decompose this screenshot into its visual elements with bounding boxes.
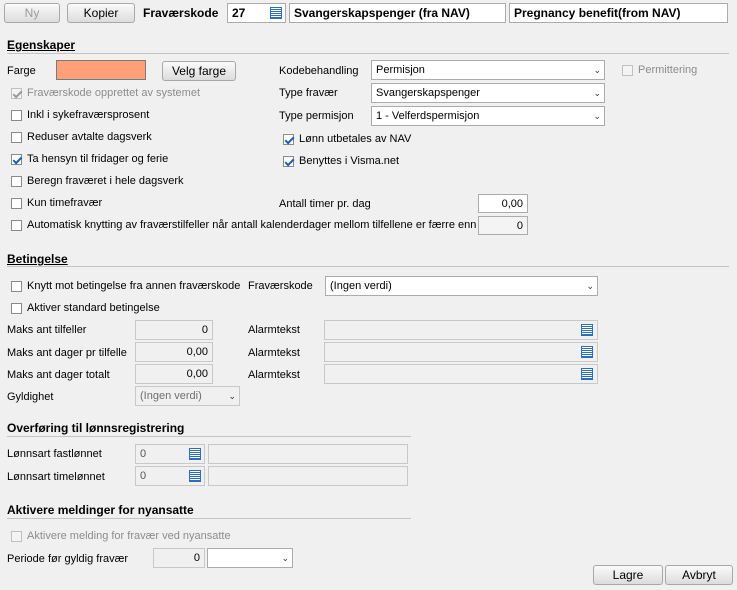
antall-timer-input[interactable]: 0,00 — [478, 194, 528, 213]
alarmtekst-input[interactable] — [324, 320, 598, 340]
gyldighet-value: (Ingen verdi) — [140, 390, 202, 402]
list-lookup-icon[interactable] — [581, 324, 593, 336]
permittering-checkbox[interactable] — [622, 65, 633, 76]
lonn-nav-label: Lønn utbetales av NAV — [299, 133, 412, 145]
ta-hensyn-fridager-label: Ta hensyn til fridager og ferie — [27, 153, 169, 165]
maks-dager-totalt-input[interactable]: 0,00 — [135, 364, 213, 384]
type-permisjon-value: 1 - Velferdspermisjon — [376, 110, 480, 122]
knytt-checkbox[interactable] — [11, 281, 22, 292]
divider — [7, 266, 729, 267]
type-permisjon-label: Type permisjon — [279, 110, 354, 122]
beregn-hele-dagsverk-checkbox[interactable] — [11, 176, 22, 187]
kodebehandling-value: Permisjon — [376, 64, 425, 76]
type-fravaer-select[interactable]: Svangerskapspenger ⌄ — [371, 83, 605, 103]
chevron-down-icon: ⌄ — [593, 88, 601, 98]
lonnsart-fast-label: Lønnsart fastlønnet — [7, 448, 102, 460]
permittering-label: Permittering — [638, 64, 698, 76]
farge-label: Farge — [7, 65, 36, 77]
ta-hensyn-fridager-checkbox[interactable] — [11, 154, 22, 165]
type-fravaer-label: Type fravær — [279, 87, 338, 99]
alarmtekst-label: Alarmtekst — [248, 347, 300, 359]
beregn-hele-dagsverk-label: Beregn fraværet i hele dagsverk — [27, 175, 184, 187]
kun-timefravaer-checkbox[interactable] — [11, 198, 22, 209]
gyldighet-label: Gyldighet — [7, 391, 54, 403]
fravaerskode-value: (Ingen verdi) — [330, 280, 392, 292]
select-color-button[interactable]: Velg farge — [162, 61, 236, 81]
list-lookup-icon[interactable] — [581, 368, 593, 380]
reduser-dagsverk-checkbox[interactable] — [11, 132, 22, 143]
created-by-system-checkbox[interactable] — [11, 88, 22, 99]
kodebehandling-label: Kodebehandling — [279, 65, 359, 77]
periode-unit-select[interactable]: ⌄ — [207, 548, 293, 568]
name-input[interactable]: Svangerskapspenger (fra NAV) — [289, 3, 506, 23]
new-button[interactable]: Ny — [4, 3, 60, 23]
chevron-down-icon: ⌄ — [586, 281, 594, 291]
maks-dager-totalt-label: Maks ant dager totalt — [7, 369, 110, 381]
aktiver-label: Aktiver standard betingelse — [27, 302, 160, 314]
inkl-sykefravaer-label: Inkl i sykefraværsprosent — [27, 109, 150, 121]
knytt-label: Knytt mot betingelse fra annen fraværsko… — [27, 280, 241, 292]
save-button[interactable]: Lagre — [593, 565, 663, 585]
lonnsart-fast-name — [208, 444, 408, 464]
section-title-betingelse: Betingelse — [7, 252, 68, 266]
alarmtekst-input[interactable] — [324, 342, 598, 362]
list-lookup-icon[interactable] — [581, 346, 593, 358]
gyldighet-select[interactable]: (Ingen verdi) ⌄ — [135, 386, 240, 406]
divider — [7, 436, 411, 437]
visma-label: Benyttes i Visma.net — [299, 155, 400, 167]
antall-timer-label: Antall timer pr. dag — [279, 198, 371, 210]
section-title-egenskaper: Egenskaper — [7, 38, 76, 52]
list-lookup-icon[interactable] — [189, 448, 201, 460]
chevron-down-icon: ⌄ — [593, 65, 601, 75]
automatisk-knytting-label: Automatisk knytting av fraværstilfeller … — [27, 219, 477, 231]
type-permisjon-select[interactable]: 1 - Velferdspermisjon ⌄ — [371, 106, 605, 126]
copy-button[interactable]: Kopier — [67, 3, 135, 23]
maks-tilfeller-input[interactable]: 0 — [135, 320, 213, 340]
lonn-nav-checkbox[interactable] — [283, 134, 294, 145]
type-fravaer-value: Svangerskapspenger — [376, 87, 480, 99]
code-label: Fraværskode — [143, 6, 219, 20]
cancel-button[interactable]: Avbryt — [665, 565, 733, 585]
color-swatch[interactable] — [56, 60, 146, 80]
automatisk-knytting-checkbox[interactable] — [11, 220, 22, 231]
alarmtekst-label: Alarmtekst — [248, 324, 300, 336]
aktiver-checkbox[interactable] — [11, 303, 22, 314]
visma-checkbox[interactable] — [283, 156, 294, 167]
fravaerskode-label: Fraværskode — [248, 280, 313, 292]
auto-days-input[interactable]: 0 — [478, 216, 528, 235]
periode-input[interactable]: 0 — [153, 548, 205, 568]
code-value: 27 — [232, 6, 246, 20]
chevron-down-icon: ⌄ — [228, 391, 236, 401]
maks-dager-tilfelle-label: Maks ant dager pr tilfelle — [7, 347, 127, 359]
divider — [7, 53, 729, 54]
list-lookup-icon[interactable] — [189, 470, 201, 482]
section-title-overforing: Overføring til lønnsregistrering — [7, 421, 185, 435]
name-en-input[interactable]: Pregnancy benefit(from NAV) — [509, 3, 728, 23]
aktivere-checkbox[interactable] — [11, 531, 22, 542]
inkl-sykefravaer-checkbox[interactable] — [11, 110, 22, 121]
fravaerskode-select[interactable]: (Ingen verdi) ⌄ — [325, 276, 598, 296]
lonnsart-time-name — [208, 466, 408, 486]
maks-tilfeller-label: Maks ant tilfeller — [7, 324, 87, 336]
alarmtekst-input[interactable] — [324, 364, 598, 384]
maks-dager-tilfelle-input[interactable]: 0,00 — [135, 342, 213, 362]
periode-label: Periode før gyldig fravær — [7, 553, 129, 565]
divider — [7, 518, 411, 519]
chevron-down-icon: ⌄ — [593, 111, 601, 121]
chevron-down-icon: ⌄ — [281, 553, 289, 563]
created-by-system-label: Fraværskode opprettet av systemet — [27, 87, 201, 99]
list-lookup-icon[interactable] — [270, 7, 282, 19]
kun-timefravaer-label: Kun timefravær — [27, 197, 103, 209]
aktivere-label: Aktivere melding for fravær ved nyansatt… — [27, 530, 231, 542]
lonnsart-time-label: Lønnsart timelønnet — [7, 471, 105, 483]
alarmtekst-label: Alarmtekst — [248, 369, 300, 381]
reduser-dagsverk-label: Reduser avtalte dagsverk — [27, 131, 152, 143]
kodebehandling-select[interactable]: Permisjon ⌄ — [371, 60, 605, 80]
section-title-aktivere: Aktivere meldinger for nyansatte — [7, 503, 194, 517]
